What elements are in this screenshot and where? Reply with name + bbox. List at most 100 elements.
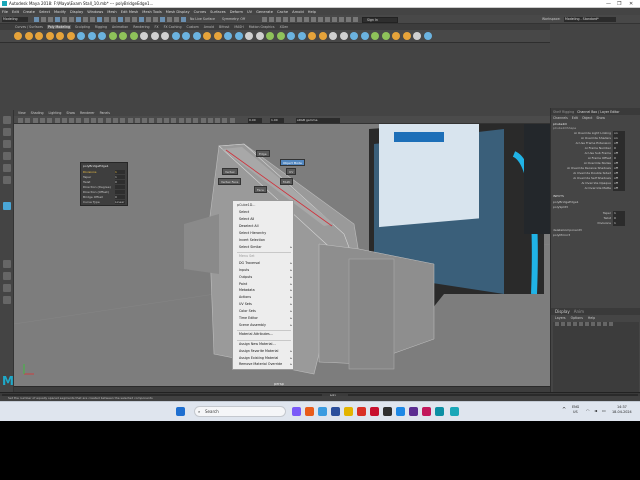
shelf-tool-icon[interactable] (350, 32, 358, 40)
layer-toolbar-icon[interactable] (597, 322, 601, 326)
channel-attribute[interactable]: Ai Override Matte off (553, 186, 639, 191)
shelf-tab-arnold[interactable]: Arnold (203, 25, 215, 29)
viewport-tool-icon[interactable] (61, 117, 67, 123)
shelf-tool-icon[interactable] (150, 32, 159, 40)
context-menu-item[interactable]: Actions ▸ (239, 295, 293, 299)
hud-row-value[interactable] (115, 190, 125, 194)
render-toolbar-icon[interactable] (332, 17, 337, 22)
lasso-tool-icon[interactable] (3, 128, 11, 136)
marking-menu-face[interactable]: Face (254, 186, 267, 193)
menu-deform[interactable]: Deform (230, 10, 243, 14)
viewport-tool-icon[interactable] (98, 117, 104, 123)
status-line-icon[interactable] (55, 17, 60, 22)
shelf-tab-animation[interactable]: Animation (111, 25, 129, 29)
status-line-icon[interactable] (153, 17, 158, 22)
scale-tool-icon[interactable] (3, 176, 11, 184)
shelf-tool-icon[interactable] (371, 32, 379, 40)
channel-menu-show[interactable]: Show (596, 116, 605, 120)
gamma-field[interactable]: 1.00 (270, 117, 284, 123)
shelf-tool-icon[interactable] (140, 32, 148, 40)
status-line-icon[interactable] (125, 17, 130, 22)
marking-menu-uv[interactable]: UV (286, 168, 297, 175)
status-line-icon[interactable] (34, 17, 39, 22)
hud-row[interactable]: Bridge Offset 0 (83, 195, 127, 199)
marking-menu-vertex[interactable]: Vertex (222, 168, 238, 175)
layer-toolbar-icon[interactable] (561, 322, 565, 326)
menu-generate[interactable]: Generate (256, 10, 273, 14)
tray-chevron-icon[interactable]: ^ (562, 407, 566, 413)
render-toolbar-icon[interactable] (297, 17, 302, 22)
layer-toolbar-icon[interactable] (555, 322, 559, 326)
viewport-tool-icon[interactable] (112, 117, 118, 123)
context-menu-item[interactable]: Assign New Material... (239, 342, 293, 346)
input-language[interactable]: ENG (572, 405, 579, 409)
layout-single-icon[interactable] (3, 260, 11, 268)
attribute-value[interactable]: off (613, 151, 625, 156)
context-menu-item[interactable]: Select (239, 210, 293, 214)
viewport-tool-icon[interactable] (156, 117, 162, 123)
attribute-value[interactable]: off (613, 161, 625, 166)
viewport-tool-icon[interactable] (164, 117, 169, 123)
layout-four-icon[interactable] (3, 272, 11, 280)
viewport-tool-icon[interactable] (83, 117, 89, 123)
shelf-tab-xgen[interactable]: XGen (279, 25, 290, 29)
viewport-tool-icon[interactable] (18, 117, 23, 123)
viewport-tool-icon[interactable] (193, 117, 199, 123)
input-attribute[interactable]: Divisions 1 (553, 221, 639, 226)
viewport-tool-icon[interactable] (54, 117, 60, 123)
shelf-tool-icon[interactable] (119, 32, 127, 40)
menu-mesh-tools[interactable]: Mesh Tools (142, 10, 161, 14)
channel-menu-channels[interactable]: Channels (553, 116, 568, 120)
layout-two-icon[interactable] (3, 284, 11, 292)
input-region[interactable]: US (573, 410, 578, 414)
shelf-tab-curves-surfaces[interactable]: Curves / Surfaces (14, 25, 44, 29)
wifi-icon[interactable]: ◠ (586, 408, 590, 413)
context-menu-item[interactable]: DG Traversal ▸ (239, 261, 293, 265)
select-tool-icon[interactable] (3, 116, 11, 124)
shelf-tab-custom[interactable]: Custom (185, 25, 199, 29)
attribute-value[interactable]: off (613, 181, 625, 186)
move-tool-icon[interactable] (3, 152, 11, 160)
menu-arnold[interactable]: Arnold (292, 10, 304, 14)
context-menu-item[interactable]: Material Attributes... (239, 332, 293, 336)
hud-row[interactable]: Direction (Degree) (83, 185, 127, 189)
shelf-tab-sculpting[interactable]: Sculpting (74, 25, 91, 29)
chrome-icon[interactable] (357, 407, 366, 416)
shelf-tool-icon[interactable] (360, 32, 369, 40)
app-icon-12[interactable] (435, 407, 444, 416)
hud-row-value[interactable]: 1 (115, 175, 125, 179)
clock-date[interactable]: 18-04-2024 (612, 410, 632, 414)
menu-curves[interactable]: Curves (194, 10, 206, 14)
shelf-tool-icon[interactable] (203, 32, 211, 40)
shelf-tool-icon[interactable] (287, 32, 295, 40)
marking-menu-edge[interactable]: Edge (256, 150, 270, 157)
hud-row[interactable]: Curve Type Linear (83, 200, 127, 204)
shelf-tab-bifrost[interactable]: Bifrost (218, 25, 230, 29)
menu-edit-mesh[interactable]: Edit Mesh (121, 10, 139, 14)
input-node[interactable]: polyMirror3 (553, 233, 639, 238)
last-tool-icon[interactable] (3, 202, 11, 210)
layer-toolbar-icon[interactable] (579, 322, 583, 326)
viewport-menu-panels[interactable]: Panels (100, 111, 110, 115)
viewport-tool-icon[interactable] (149, 117, 155, 123)
display-tab[interactable]: Display (555, 309, 570, 314)
shelf-tool-icon[interactable] (171, 32, 180, 40)
app-icon-8[interactable] (383, 407, 392, 416)
workspace-dropdown[interactable]: Modeling - Standard* (564, 16, 616, 22)
status-line-icon[interactable] (104, 17, 109, 22)
render-toolbar-icon[interactable] (304, 17, 309, 22)
app-icon-1[interactable] (292, 407, 301, 416)
hud-row-value[interactable]: Linear (115, 200, 125, 204)
viewport-tool-icon[interactable] (76, 117, 82, 123)
hud-row[interactable]: Divisions 1 (83, 170, 127, 174)
layer-menu-help[interactable]: Help (588, 316, 595, 320)
taskbar-search[interactable]: ⌕ Search (194, 406, 286, 417)
status-line-icon[interactable] (118, 17, 123, 22)
shelf-tab-motion-graphics[interactable]: Motion Graphics (248, 25, 276, 29)
context-menu-item[interactable]: Invert Selection (239, 238, 293, 242)
render-toolbar-icon[interactable] (283, 17, 288, 22)
menu-help[interactable]: Help (308, 10, 316, 14)
battery-icon[interactable]: ▭ (602, 408, 606, 413)
hud-row[interactable]: Taper 1 (83, 175, 127, 179)
attribute-value[interactable]: 0 (613, 156, 625, 161)
